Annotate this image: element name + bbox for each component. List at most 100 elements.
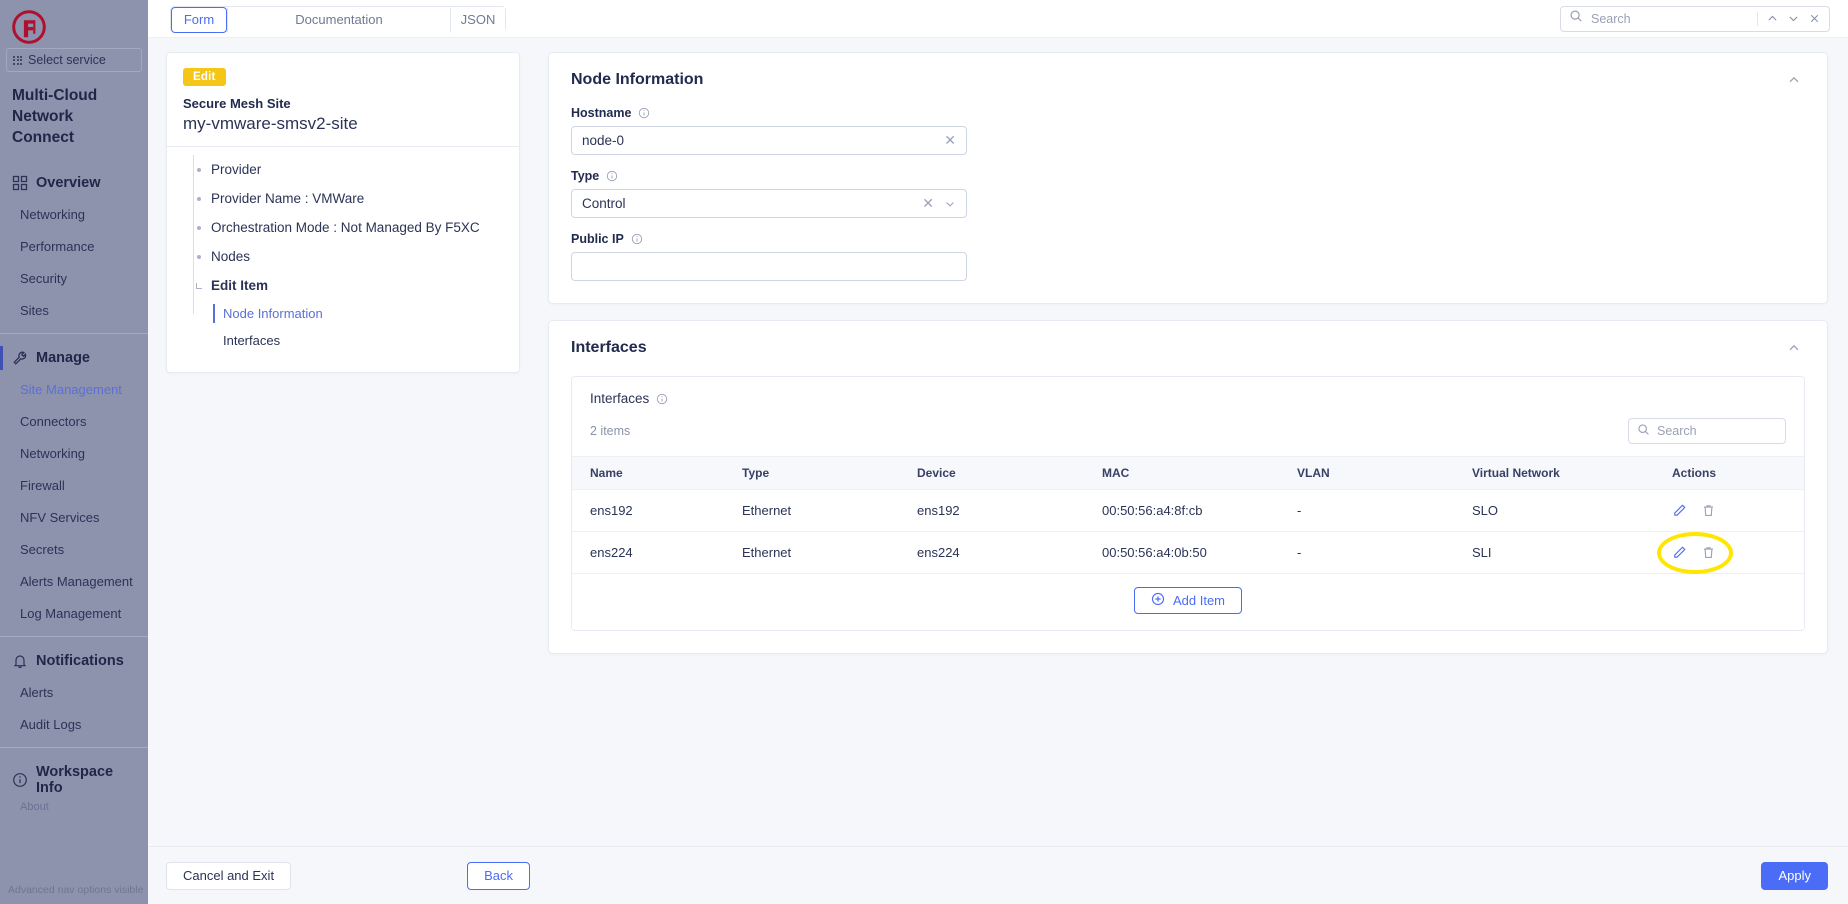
delete-icon[interactable] <box>1701 503 1716 518</box>
interfaces-header: Interfaces <box>549 321 1827 362</box>
add-item-row: Add Item <box>572 574 1804 630</box>
info-icon[interactable] <box>606 170 618 182</box>
sidebar-item-log-management[interactable]: Log Management <box>0 598 148 630</box>
wrench-icon <box>12 350 28 366</box>
tab-form[interactable]: Form <box>171 7 227 33</box>
section-title: Interfaces <box>571 339 647 357</box>
collapse-chevron-up-icon[interactable] <box>1783 339 1805 362</box>
sidebar-item-connectors[interactable]: Connectors <box>0 406 148 438</box>
column-header-virtual-network: Virtual Network <box>1472 457 1672 490</box>
sidebar: Select service Multi-Cloud Network Conne… <box>0 0 148 904</box>
close-icon[interactable] <box>1808 12 1821 25</box>
type-select[interactable]: Control ✕ <box>571 189 967 218</box>
tab-json[interactable]: JSON <box>451 7 505 33</box>
search-icon <box>1637 423 1650 439</box>
sidebar-group-workspace-info: Workspace Info About <box>0 748 148 813</box>
table-search[interactable]: Search <box>1628 418 1786 444</box>
hostname-label-row: Hostname <box>571 106 1805 120</box>
sidebar-item-alerts-management[interactable]: Alerts Management <box>0 566 148 598</box>
chevron-down-icon[interactable] <box>1787 12 1800 25</box>
row-actions <box>1672 503 1804 518</box>
edit-icon[interactable] <box>1672 545 1687 560</box>
back-button[interactable]: Back <box>467 862 530 890</box>
clear-icon[interactable]: ✕ <box>938 132 956 149</box>
content-area: Edit Secure Mesh Site my-vmware-smsv2-si… <box>148 38 1848 904</box>
hostname-input[interactable]: node-0 ✕ <box>571 126 967 155</box>
object-kind-label: Secure Mesh Site <box>183 96 503 111</box>
product-title: Multi-Cloud Network Connect <box>0 72 148 159</box>
form-column: Node Information Hostname <box>520 52 1848 904</box>
tree-node-label: Orchestration Mode : Not Managed By F5XC <box>211 220 480 235</box>
info-icon[interactable] <box>638 107 650 119</box>
sidebar-header-overview[interactable]: Overview <box>0 165 148 199</box>
tree-node-orchestration-mode[interactable]: Orchestration Mode : Not Managed By F5XC <box>189 213 503 242</box>
tab-documentation[interactable]: Documentation <box>227 7 451 33</box>
sidebar-item-site-management[interactable]: Site Management <box>0 374 148 406</box>
type-field-group: Type Control ✕ <box>571 169 1805 218</box>
search-input[interactable]: Search <box>1591 12 1749 26</box>
sidebar-group-manage: Manage Site Management Connectors Networ… <box>0 334 148 630</box>
tree-bullet-icon <box>197 197 201 201</box>
column-header-vlan: VLAN <box>1297 457 1472 490</box>
tree-node-nodes[interactable]: Nodes <box>189 242 503 271</box>
sidebar-item-security[interactable]: Security <box>0 263 148 295</box>
table-header-row: Name Type Device MAC VLAN Virtual Networ… <box>572 457 1804 490</box>
sidebar-header-manage[interactable]: Manage <box>0 340 148 374</box>
tree-node-provider[interactable]: Provider <box>189 155 503 184</box>
chevron-up-icon[interactable] <box>1766 12 1779 25</box>
sidebar-item-networking[interactable]: Networking <box>0 199 148 231</box>
tree-child-node-information[interactable]: Node Information <box>189 300 503 327</box>
delete-icon[interactable] <box>1701 545 1716 560</box>
cell-virtual-network: SLI <box>1472 532 1672 574</box>
collapse-chevron-up-icon[interactable] <box>1783 71 1805 94</box>
public-ip-field-group: Public IP <box>571 232 1805 281</box>
info-icon[interactable] <box>656 393 668 405</box>
sidebar-item-alerts[interactable]: Alerts <box>0 677 148 709</box>
public-ip-label: Public IP <box>571 232 624 246</box>
sidebar-item-performance[interactable]: Performance <box>0 231 148 263</box>
grid-icon <box>12 175 28 191</box>
global-search[interactable]: Search <box>1560 6 1830 32</box>
f5-logo-icon <box>12 10 46 44</box>
f5-logo[interactable] <box>0 0 148 46</box>
edit-icon[interactable] <box>1672 503 1687 518</box>
sidebar-header-notifications[interactable]: Notifications <box>0 643 148 677</box>
tree-child-interfaces[interactable]: Interfaces <box>189 327 503 354</box>
tree-column: Edit Secure Mesh Site my-vmware-smsv2-si… <box>148 52 520 904</box>
table-row[interactable]: ens192 Ethernet ens192 00:50:56:a4:8f:cb… <box>572 490 1804 532</box>
table-row[interactable]: ens224 Ethernet ens224 00:50:56:a4:0b:50… <box>572 532 1804 574</box>
tree-node-label: Edit Item <box>211 278 268 293</box>
type-label: Type <box>571 169 599 183</box>
service-selector[interactable]: Select service <box>6 48 142 72</box>
sidebar-item-nfv-services[interactable]: NFV Services <box>0 502 148 534</box>
view-mode-tabs: Form Documentation JSON <box>170 6 506 32</box>
sidebar-item-firewall[interactable]: Firewall <box>0 470 148 502</box>
app-root: Select service Multi-Cloud Network Conne… <box>0 0 1848 904</box>
public-ip-input[interactable] <box>571 252 967 281</box>
clear-icon[interactable]: ✕ <box>916 195 934 212</box>
apps-grid-icon <box>13 56 22 65</box>
sidebar-item-sites[interactable]: Sites <box>0 295 148 327</box>
info-icon[interactable] <box>631 233 643 245</box>
type-value: Control <box>582 196 916 211</box>
cancel-and-exit-button[interactable]: Cancel and Exit <box>166 862 291 890</box>
sidebar-item-networking-manage[interactable]: Networking <box>0 438 148 470</box>
interfaces-toolbar: 2 items Search <box>572 406 1804 456</box>
footer-action-bar: Cancel and Exit Back Apply <box>148 846 1848 904</box>
main-area: Form Documentation JSON Search <box>148 0 1848 904</box>
sidebar-item-audit-logs[interactable]: Audit Logs <box>0 709 148 741</box>
cell-type: Ethernet <box>742 490 917 532</box>
cell-device: ens224 <box>917 532 1102 574</box>
chevron-down-icon[interactable] <box>934 198 956 210</box>
sidebar-header-workspace-info[interactable]: Workspace Info <box>0 754 148 804</box>
add-item-button[interactable]: Add Item <box>1134 587 1242 614</box>
tree-node-provider-name[interactable]: Provider Name : VMWare <box>189 184 503 213</box>
object-name: my-vmware-smsv2-site <box>183 114 503 134</box>
apply-button[interactable]: Apply <box>1761 862 1828 890</box>
tree-node-edit-item[interactable]: Edit Item <box>189 271 503 300</box>
cell-actions <box>1672 532 1804 574</box>
table-body: ens192 Ethernet ens192 00:50:56:a4:8f:cb… <box>572 490 1804 574</box>
table-search-input[interactable]: Search <box>1657 424 1697 438</box>
plus-circle-icon <box>1151 592 1165 609</box>
sidebar-item-secrets[interactable]: Secrets <box>0 534 148 566</box>
